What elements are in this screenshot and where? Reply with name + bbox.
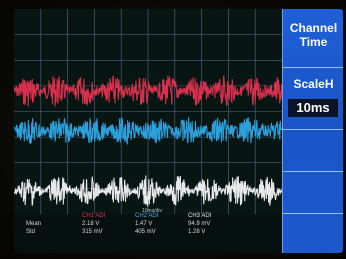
row-label-mean: Mean bbox=[26, 221, 42, 227]
waveform-display bbox=[14, 9, 282, 214]
ch1-header: CH1 ADI bbox=[82, 213, 106, 219]
ch3-mean: 94.9 mV bbox=[188, 221, 211, 227]
measurement-readout: Mean Std CH1 ADI 2.18 V 315 mV CH2 ADI 1… bbox=[14, 208, 268, 244]
ch2-header: CH2 ADI bbox=[135, 213, 159, 219]
panel-divider bbox=[283, 67, 343, 68]
ch1-mean: 2.18 V bbox=[82, 221, 100, 227]
panel-divider bbox=[283, 171, 343, 172]
ch2-std: 405 mV bbox=[135, 229, 156, 235]
ch3-std: 1.28 V bbox=[188, 229, 206, 235]
side-menu-panel: Channel Time ScaleH 10ms bbox=[282, 9, 343, 253]
menu-title-line1: Channel bbox=[289, 21, 338, 35]
scale-h-value[interactable]: 10ms bbox=[288, 99, 338, 117]
menu-channel-time-button[interactable]: Channel Time bbox=[286, 21, 341, 49]
ch1-std: 315 mV bbox=[82, 229, 103, 235]
device-bezel: 10ms/div Channel Time ScaleH 10ms Mean S… bbox=[0, 0, 346, 259]
scale-h-label: ScaleH bbox=[293, 77, 334, 91]
ch2-mean: 1.47 V bbox=[135, 221, 153, 227]
panel-divider bbox=[283, 129, 343, 130]
panel-divider bbox=[283, 213, 343, 214]
menu-title-line2: Time bbox=[299, 35, 328, 49]
ch3-header: CH3 ADI bbox=[188, 213, 212, 219]
row-label-std: Std bbox=[26, 229, 36, 235]
